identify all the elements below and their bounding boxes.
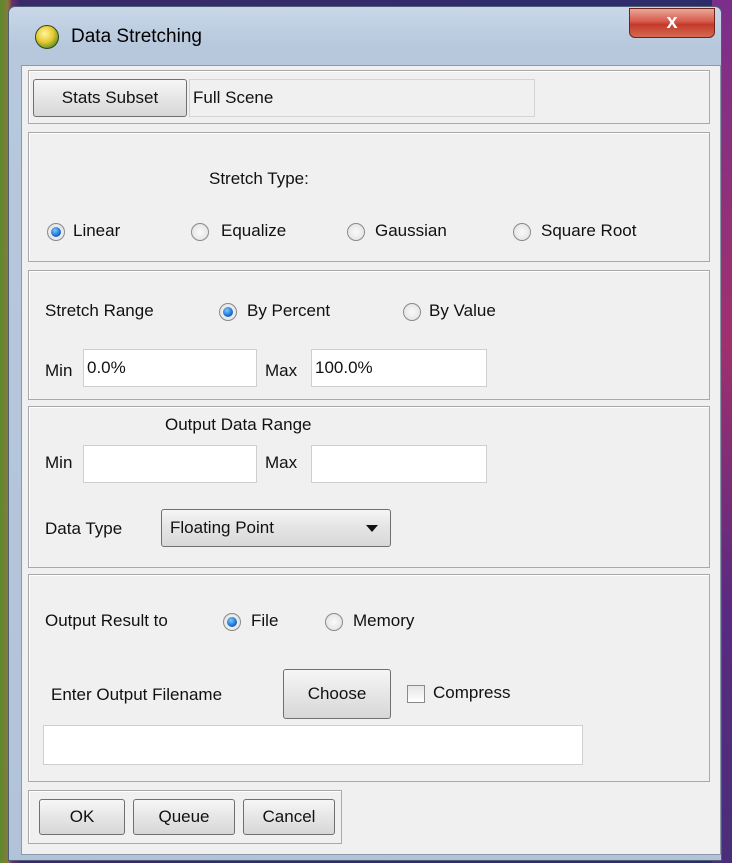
app-globe-icon	[35, 25, 59, 49]
radio-by-value[interactable]	[403, 303, 421, 321]
stretch-type-group: Stretch Type: Linear Equalize Gaussian S…	[28, 132, 710, 262]
stretch-min-input[interactable]: 0.0%	[83, 349, 257, 387]
stretch-max-label: Max	[265, 361, 298, 380]
stretch-range-group: Stretch Range By Percent By Value Min 0.…	[28, 270, 710, 400]
output-result-label: Output Result to	[45, 611, 168, 630]
radio-equalize[interactable]	[191, 223, 209, 241]
stretch-max-input[interactable]: 100.0%	[311, 349, 487, 387]
radio-square-root-label: Square Root	[541, 221, 637, 240]
data-type-dropdown[interactable]: Floating Point	[161, 509, 391, 547]
stats-subset-field: Full Scene	[189, 79, 535, 117]
data-type-label: Data Type	[45, 519, 123, 538]
compress-label: Compress	[433, 683, 511, 702]
choose-button[interactable]: Choose	[283, 669, 391, 719]
compress-checkbox[interactable]	[407, 685, 425, 703]
radio-gaussian[interactable]	[347, 223, 365, 241]
radio-by-percent[interactable]	[219, 303, 237, 321]
output-filename-label: Enter Output Filename	[51, 685, 223, 704]
cancel-button[interactable]: Cancel	[243, 799, 335, 835]
window-title: Data Stretching	[71, 26, 202, 47]
output-max-input[interactable]	[311, 445, 487, 483]
stats-subset-button[interactable]: Stats Subset	[33, 79, 187, 117]
output-data-range-title: Output Data Range	[165, 415, 312, 434]
output-filename-input[interactable]	[43, 725, 583, 765]
queue-button[interactable]: Queue	[133, 799, 235, 835]
stretch-type-label: Stretch Type:	[209, 169, 309, 188]
radio-gaussian-label: Gaussian	[375, 221, 447, 240]
stats-subset-group: Stats Subset Full Scene	[28, 70, 710, 124]
close-button[interactable]: x	[629, 8, 715, 38]
data-type-value: Floating Point	[170, 518, 274, 537]
dialog-window: Data Stretching x Stats Subset Full Scen…	[8, 6, 722, 861]
radio-output-file-label: File	[251, 611, 279, 630]
output-max-label: Max	[265, 453, 298, 472]
radio-linear-label: Linear	[73, 221, 121, 240]
stretch-range-label: Stretch Range	[45, 301, 154, 320]
output-data-range-group: Output Data Range Min Max Data Type Floa…	[28, 406, 710, 568]
chevron-down-icon	[366, 525, 378, 532]
ok-button[interactable]: OK	[39, 799, 125, 835]
radio-output-memory-label: Memory	[353, 611, 415, 630]
radio-output-file[interactable]	[223, 613, 241, 631]
title-bar[interactable]: Data Stretching x	[9, 7, 721, 63]
radio-output-memory[interactable]	[325, 613, 343, 631]
stretch-min-label: Min	[45, 361, 73, 380]
radio-linear[interactable]	[47, 223, 65, 241]
radio-square-root[interactable]	[513, 223, 531, 241]
output-min-label: Min	[45, 453, 73, 472]
radio-by-percent-label: By Percent	[247, 301, 331, 320]
dialog-body: Stats Subset Full Scene Stretch Type: Li…	[21, 65, 721, 855]
output-min-input[interactable]	[83, 445, 257, 483]
action-buttons-group: OK Queue Cancel	[28, 790, 342, 844]
radio-equalize-label: Equalize	[221, 221, 287, 240]
output-result-group: Output Result to File Memory Enter Outpu…	[28, 574, 710, 782]
radio-by-value-label: By Value	[429, 301, 496, 320]
